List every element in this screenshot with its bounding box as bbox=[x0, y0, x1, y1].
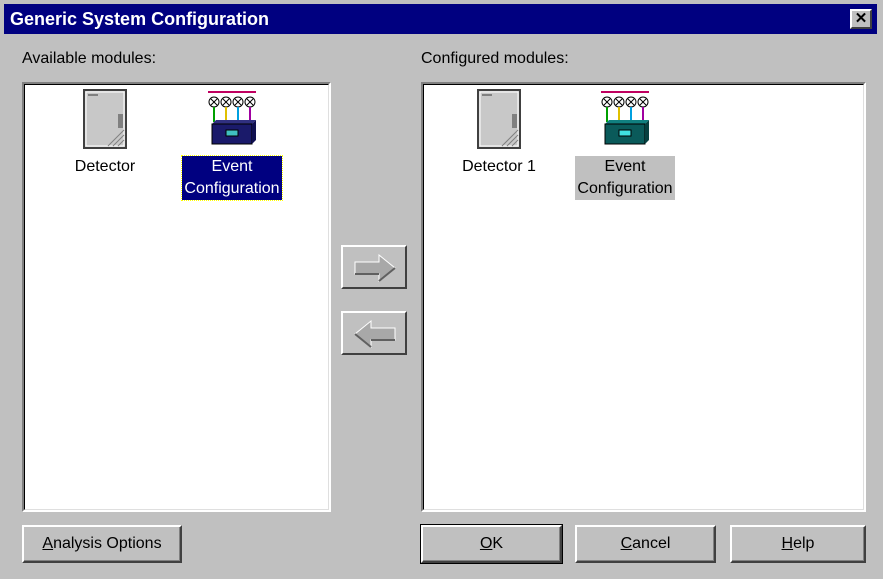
module-detector[interactable]: Detector bbox=[40, 88, 170, 178]
dialog-window: Generic System Configuration ✕ Available… bbox=[0, 0, 883, 579]
detector-icon bbox=[477, 89, 521, 149]
detector-icon bbox=[83, 89, 127, 149]
close-icon: ✕ bbox=[854, 10, 868, 27]
module-label-selected: Event Configuration bbox=[575, 156, 675, 200]
module-event-configuration[interactable]: Event Configuration bbox=[167, 88, 297, 201]
window-title: Generic System Configuration bbox=[10, 9, 270, 29]
event-configuration-icon bbox=[208, 91, 256, 145]
title-bar: Generic System Configuration ✕ bbox=[4, 4, 877, 34]
help-button[interactable]: Help bbox=[730, 525, 866, 563]
available-modules-label: Available modules: bbox=[22, 50, 157, 67]
event-configuration-icon bbox=[601, 91, 649, 145]
module-label: Detector bbox=[74, 158, 136, 175]
remove-module-button[interactable] bbox=[341, 311, 407, 355]
cancel-button[interactable]: Cancel bbox=[575, 525, 716, 563]
analysis-options-button[interactable]: Analysis Options bbox=[22, 525, 182, 563]
add-module-button[interactable] bbox=[341, 245, 407, 289]
module-detector-1[interactable]: Detector 1 bbox=[434, 88, 564, 178]
ok-button[interactable]: OK bbox=[420, 524, 563, 564]
module-label-selected: Event Configuration bbox=[181, 155, 283, 201]
arrow-right-icon bbox=[354, 253, 396, 283]
arrow-left-icon bbox=[354, 319, 396, 349]
close-button[interactable]: ✕ bbox=[850, 9, 872, 29]
available-modules-list[interactable]: Detector Event Configuration bbox=[22, 82, 331, 512]
module-event-configuration[interactable]: Event Configuration bbox=[560, 88, 690, 200]
configured-modules-list[interactable]: Detector 1 Event Configuration bbox=[421, 82, 866, 512]
module-label: Detector 1 bbox=[462, 158, 536, 175]
configured-modules-label: Configured modules: bbox=[421, 50, 569, 67]
